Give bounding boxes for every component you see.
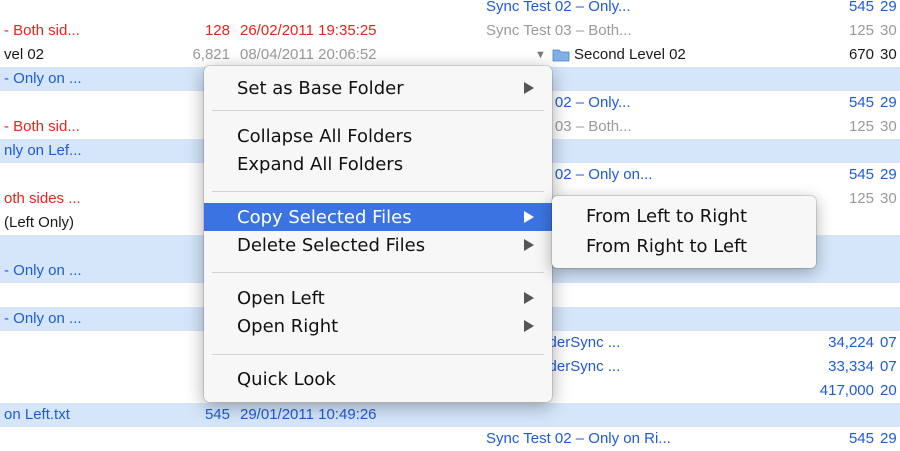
menu-item-quick-look[interactable]: Quick Look bbox=[204, 365, 552, 393]
menu-item-expand-all-folders[interactable]: Expand All Folders bbox=[204, 150, 552, 178]
menu-item-label: Expand All Folders bbox=[237, 154, 404, 175]
menu-item-collapse-all-folders[interactable]: Collapse All Folders bbox=[204, 122, 552, 150]
right-date-cell: 30 bbox=[880, 190, 897, 207]
submenu-item-left-to-right[interactable]: From Left to Right bbox=[586, 206, 747, 227]
right-date-cell: 20 bbox=[880, 382, 897, 399]
right-date-cell: 07 bbox=[880, 358, 897, 375]
right-name-cell: Second Level 02 bbox=[574, 46, 686, 63]
menu-item-open-right[interactable]: Open Right bbox=[204, 312, 552, 340]
right-date-cell: 30 bbox=[880, 22, 897, 39]
menu-separator bbox=[212, 272, 544, 273]
submenu-item-right-to-left[interactable]: From Right to Left bbox=[586, 236, 747, 257]
menu-item-open-left[interactable]: Open Left bbox=[204, 284, 552, 312]
right-date-cell: 07 bbox=[880, 334, 897, 351]
disclosure-triangle-icon[interactable]: ▼ bbox=[535, 49, 546, 61]
left-name-cell: oth sides ... bbox=[4, 190, 81, 207]
left-name-cell: - Only on ... bbox=[4, 262, 82, 279]
menu-separator bbox=[212, 110, 544, 111]
right-size-cell: 545 bbox=[848, 94, 874, 111]
right-size-cell: 417,000 bbox=[819, 382, 874, 399]
right-size-cell: 545 bbox=[848, 430, 874, 447]
left-size-cell: 545 bbox=[204, 406, 230, 423]
left-name-cell: - Only on ... bbox=[4, 70, 82, 87]
left-name-cell: vel 02 bbox=[4, 46, 45, 63]
submenu-arrow-icon bbox=[524, 82, 534, 94]
right-size-cell: 33,334 bbox=[828, 358, 874, 375]
right-size-cell: 545 bbox=[848, 166, 874, 183]
menu-separator bbox=[212, 354, 544, 355]
menu-item-label: Delete Selected Files bbox=[237, 235, 426, 256]
right-date-cell: 29 bbox=[880, 430, 897, 447]
left-size-cell: 6,821 bbox=[192, 46, 230, 63]
right-name-cell: Sync Test 02 – Only on Ri... bbox=[486, 430, 671, 447]
right-name-cell: Sync Test 02 – Only... bbox=[486, 0, 631, 15]
left-date-cell: 29/01/2011 10:49:26 bbox=[240, 406, 377, 423]
right-size-cell: 34,224 bbox=[828, 334, 874, 351]
menu-item-label: Collapse All Folders bbox=[237, 126, 413, 147]
copy-submenu: From Left to Right From Right to Left bbox=[552, 196, 816, 268]
menu-separator bbox=[212, 191, 544, 192]
menu-item-label: Copy Selected Files bbox=[237, 207, 412, 228]
table-row[interactable]: - Both sid... 128 26/02/2011 19:35:25 Sync … bbox=[0, 19, 900, 43]
menu-item-label: Open Right bbox=[237, 316, 339, 337]
right-size-cell: 125 bbox=[848, 118, 874, 135]
table-row[interactable]: on Left.txt 545 29/01/2011 10:49:26 bbox=[0, 403, 900, 427]
table-row[interactable]: Sync Test 02 – Only... 545 29 bbox=[0, 0, 900, 19]
right-name-cell: Sync Test 03 – Both... bbox=[486, 22, 632, 39]
right-date-cell: 30 bbox=[880, 46, 897, 63]
right-size-cell: 125 bbox=[848, 22, 874, 39]
left-name-cell: - Only on ... bbox=[4, 310, 82, 327]
menu-item-label: Open Left bbox=[237, 288, 325, 309]
right-date-cell: 30 bbox=[880, 118, 897, 135]
menu-item-copy-selected-files[interactable]: Copy Selected Files bbox=[204, 203, 552, 231]
right-date-cell: 29 bbox=[880, 0, 897, 15]
right-date-cell: 29 bbox=[880, 94, 897, 111]
menu-item-label: Quick Look bbox=[237, 369, 336, 390]
table-row[interactable]: vel 02 6,821 08/04/2011 20:06:52 Second Lev… bbox=[0, 43, 900, 67]
menu-item-label: Set as Base Folder bbox=[237, 78, 404, 99]
submenu-arrow-icon bbox=[524, 320, 534, 332]
table-row[interactable]: Sync Test 02 – Only on Ri... 545 29 bbox=[0, 427, 900, 451]
left-name-cell: on Left.txt bbox=[4, 406, 70, 423]
left-name-cell: (Left Only) bbox=[4, 214, 75, 231]
left-name-cell: nly on Lef... bbox=[4, 142, 82, 159]
submenu-arrow-icon bbox=[524, 211, 534, 223]
left-name-cell: - Both sid... bbox=[4, 22, 80, 39]
left-date-cell: 26/02/2011 19:35:25 bbox=[240, 22, 377, 39]
left-name-cell: - Both sid... bbox=[4, 118, 80, 135]
folder-icon bbox=[552, 49, 570, 62]
submenu-arrow-icon bbox=[524, 292, 534, 304]
context-menu: Set as Base Folder Collapse All Folders … bbox=[204, 66, 552, 402]
submenu-arrow-icon bbox=[524, 239, 534, 251]
right-size-cell: 670 bbox=[848, 46, 874, 63]
right-size-cell: 545 bbox=[848, 0, 874, 15]
left-date-cell: 08/04/2011 20:06:52 bbox=[240, 46, 377, 63]
left-size-cell: 128 bbox=[204, 22, 230, 39]
menu-item-delete-selected-files[interactable]: Delete Selected Files bbox=[204, 231, 552, 259]
right-date-cell: 29 bbox=[880, 166, 897, 183]
menu-item-set-base-folder[interactable]: Set as Base Folder bbox=[204, 74, 552, 102]
